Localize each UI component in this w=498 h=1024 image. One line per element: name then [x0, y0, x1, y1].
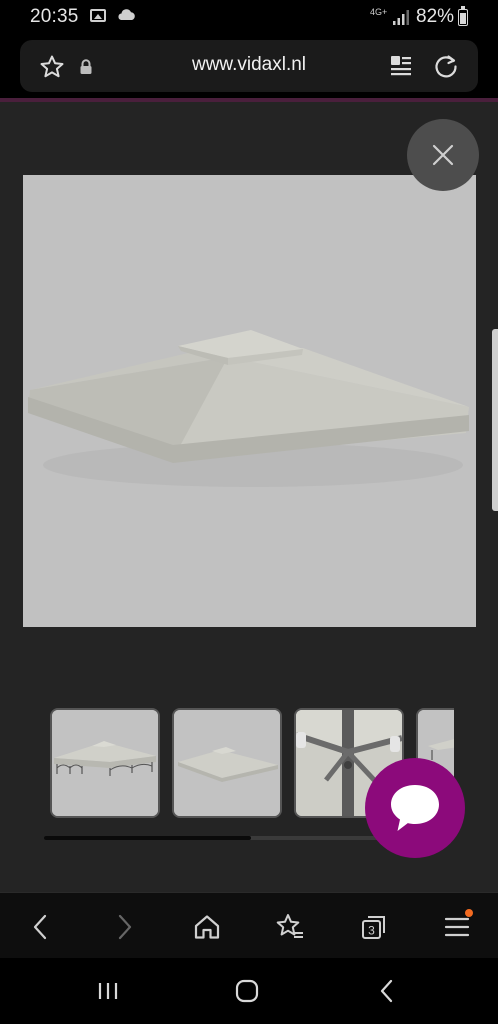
- notification-dot: [465, 909, 473, 917]
- close-icon: [432, 144, 454, 166]
- battery-icon: [458, 6, 468, 26]
- browser-header: www.vidaxl.nl: [0, 34, 498, 98]
- page-accent-strip: [0, 98, 498, 102]
- image-icon: [90, 9, 106, 22]
- chat-button[interactable]: [365, 758, 465, 858]
- gazebo-roof-illustration: [23, 175, 476, 627]
- thumbnail-scrollbar[interactable]: [44, 836, 414, 840]
- signal-icon: [393, 10, 409, 25]
- browser-toolbar: 3: [0, 892, 498, 958]
- back-nav-icon: [380, 979, 393, 1003]
- back-arrow-icon: [33, 914, 47, 940]
- thumbnail-scrollbar-thumb[interactable]: [44, 836, 252, 840]
- home-button[interactable]: [187, 907, 227, 947]
- address-bar[interactable]: www.vidaxl.nl: [20, 40, 478, 92]
- tabs-icon: 3: [362, 916, 385, 939]
- gallery-overlay: [0, 98, 498, 892]
- recent-apps-icon: [98, 983, 118, 999]
- bookmark-star-icon[interactable]: [39, 54, 65, 80]
- battery-percent: 82%: [416, 6, 455, 27]
- bookmarks-star-icon: [276, 914, 303, 938]
- bookmarks-button[interactable]: [270, 907, 310, 947]
- chat-bubble-icon: [391, 785, 439, 831]
- home-nav-button[interactable]: [227, 974, 267, 1008]
- thumbnail-image: [174, 710, 280, 816]
- url-text[interactable]: www.vidaxl.nl: [100, 54, 398, 76]
- forward-arrow-icon: [118, 914, 132, 940]
- lock-icon: [80, 59, 92, 74]
- thumbnail-image: [52, 710, 158, 816]
- cloud-icon: [118, 9, 135, 20]
- network-type: 4G+: [370, 7, 388, 17]
- close-button[interactable]: [407, 119, 479, 191]
- back-button[interactable]: [20, 907, 60, 947]
- status-time: 20:35: [30, 6, 79, 27]
- thumbnail-gazebo-roof-cover[interactable]: [172, 708, 282, 818]
- android-navigation-bar: [0, 958, 498, 1024]
- thumbnail-gazebo-full-view[interactable]: [50, 708, 160, 818]
- recent-apps-button[interactable]: [88, 974, 128, 1008]
- menu-button[interactable]: [437, 907, 477, 947]
- reader-mode-icon[interactable]: [390, 54, 412, 78]
- product-main-image[interactable]: [23, 175, 476, 627]
- tabs-button[interactable]: 3: [354, 907, 394, 947]
- hamburger-menu-icon: [444, 917, 470, 937]
- forward-button[interactable]: [105, 907, 145, 947]
- reload-icon[interactable]: [432, 52, 460, 80]
- home-icon: [194, 915, 220, 939]
- status-bar: 20:35 4G+ 82%: [0, 0, 498, 34]
- home-nav-icon: [235, 979, 259, 1003]
- side-panel-handle[interactable]: [492, 329, 498, 511]
- tab-count: 3: [368, 924, 375, 938]
- back-nav-button[interactable]: [367, 974, 407, 1008]
